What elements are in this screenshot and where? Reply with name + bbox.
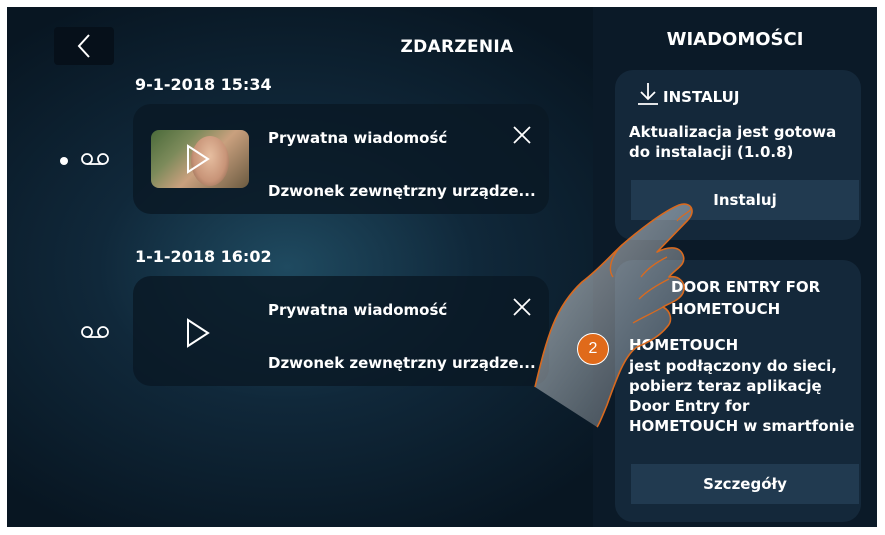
video-thumbnail[interactable] [151,130,249,188]
app-body: jest podłączony do sieci, pobierz teraz … [629,357,855,435]
step-badge: 2 [577,333,609,365]
back-button[interactable] [54,27,114,65]
event-subtitle: Dzwonek zewnętrzny urządze... [268,182,536,200]
install-heading: INSTALUJ [663,88,740,106]
close-icon[interactable] [511,296,533,318]
voicemail-icon [81,326,109,338]
app-info-card: DOOR ENTRY FOR HOMETOUCH HOMETOUCH jest … [615,260,861,522]
play-icon[interactable] [185,318,211,348]
event-title: Prywatna wiadomość [268,129,448,147]
install-body: Aktualizacja jest gotowa do instalacji (… [629,123,837,161]
app-heading-line2: HOMETOUCH [671,300,781,318]
event-subtitle: Dzwonek zewnętrzny urządze... [268,354,536,372]
install-button[interactable]: Instaluj [631,180,859,220]
app-body-title: HOMETOUCH [629,336,739,354]
events-panel: ZDARZENIA 9-1-2018 15:34 Prywatna wiadom… [7,7,593,527]
event-card[interactable]: Prywatna wiadomość Dzwonek zewnętrzny ur… [133,276,549,386]
install-update-card: INSTALUJ Aktualizacja jest gotowa do ins… [615,70,861,240]
event-title: Prywatna wiadomość [268,301,448,319]
page-title: ZDARZENIA [400,37,514,57]
close-icon[interactable] [511,124,533,146]
event-datetime: 9-1-2018 15:34 [135,75,272,94]
unread-dot [60,157,68,165]
messages-panel: WIADOMOŚCI INSTALUJ Aktualizacja jest go… [593,7,877,527]
download-icon [638,83,658,105]
messages-title: WIADOMOŚCI [666,29,804,50]
device-screen: ZDARZENIA 9-1-2018 15:34 Prywatna wiadom… [7,7,877,527]
play-icon[interactable] [185,144,211,174]
event-card[interactable]: Prywatna wiadomość Dzwonek zewnętrzny ur… [133,104,549,214]
app-heading-line1: DOOR ENTRY FOR [671,278,821,296]
event-datetime: 1-1-2018 16:02 [135,247,272,266]
details-button[interactable]: Szczegóły [631,464,859,504]
voicemail-icon [81,153,109,165]
back-chevron-icon [77,34,90,58]
